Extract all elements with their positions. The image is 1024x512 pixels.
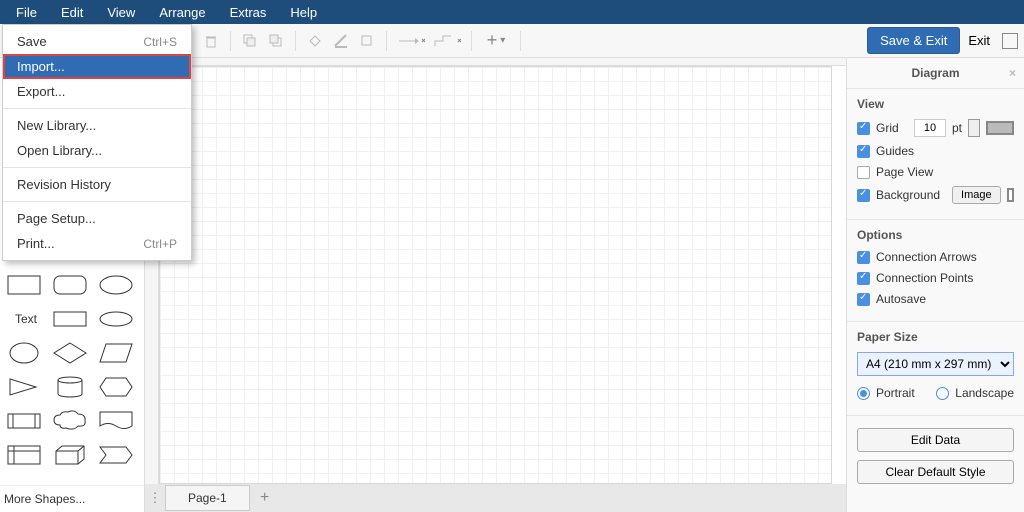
shape-oval[interactable] [4, 338, 44, 368]
separator [295, 31, 296, 51]
format-panel: Diagram × View Grid pt Guides Page View [846, 58, 1024, 512]
shape-rounded-rect[interactable] [50, 270, 90, 300]
menu-separator [3, 167, 191, 168]
label-autosave: Autosave [876, 292, 926, 306]
separator [520, 31, 521, 51]
exit-button[interactable]: Exit [960, 28, 998, 53]
grid-unit: pt [952, 121, 962, 135]
menu-item-export[interactable]: Export... [3, 79, 191, 104]
menu-item-page-setup[interactable]: Page Setup... [3, 206, 191, 231]
file-menu-dropdown: SaveCtrl+S Import... Export... New Libra… [2, 24, 192, 261]
menu-item-print[interactable]: Print...Ctrl+P [3, 231, 191, 256]
label-portrait: Portrait [876, 386, 915, 400]
checkbox-page-view[interactable] [857, 166, 870, 179]
to-front-icon[interactable] [237, 28, 263, 54]
shape-rectangle[interactable] [4, 270, 44, 300]
label-page-view: Page View [876, 165, 933, 179]
label-grid: Grid [876, 121, 899, 135]
grid-stepper[interactable] [968, 119, 980, 137]
shape-cloud[interactable] [50, 406, 90, 436]
shape-parallelogram[interactable] [96, 338, 136, 368]
checkbox-conn-points[interactable] [857, 272, 870, 285]
paper-size-select[interactable]: A4 (210 mm x 297 mm) [857, 352, 1014, 376]
edit-data-button[interactable]: Edit Data [857, 428, 1014, 452]
shape-document[interactable] [96, 406, 136, 436]
shape-hexagon[interactable] [96, 372, 136, 402]
menu-arrange[interactable]: Arrange [147, 1, 217, 24]
menu-extras[interactable]: Extras [218, 1, 279, 24]
menu-separator [3, 108, 191, 109]
line-color-icon[interactable] [328, 28, 354, 54]
checkbox-guides[interactable] [857, 145, 870, 158]
menu-item-save[interactable]: SaveCtrl+S [3, 29, 191, 54]
shape-rhombus[interactable] [50, 338, 90, 368]
shape-ellipse-alt[interactable] [96, 304, 136, 334]
page-menu-icon[interactable]: ⋮ [145, 490, 165, 506]
waypoint-icon[interactable] [429, 28, 465, 54]
separator [386, 31, 387, 51]
menubar: File Edit View Arrange Extras Help [0, 0, 1024, 24]
shape-process[interactable] [4, 406, 44, 436]
grid-size-input[interactable] [914, 119, 946, 137]
label-guides: Guides [876, 144, 914, 158]
menu-separator [3, 201, 191, 202]
menu-view[interactable]: View [95, 1, 147, 24]
label-conn-points: Connection Points [876, 271, 973, 285]
shape-cylinder[interactable] [50, 372, 90, 402]
shape-internal-storage[interactable] [4, 440, 44, 470]
checkbox-background[interactable] [857, 189, 870, 202]
canvas-grid[interactable] [159, 66, 832, 484]
menu-item-import[interactable]: Import... [3, 54, 191, 79]
shape-text-label[interactable]: Text [4, 304, 44, 334]
separator [230, 31, 231, 51]
checkbox-grid[interactable] [857, 122, 870, 135]
menu-item-revision-history[interactable]: Revision History [3, 172, 191, 197]
panel-tab-label: Diagram [911, 66, 959, 80]
shape-rectangle-alt[interactable] [50, 304, 90, 334]
fill-color-icon[interactable] [302, 28, 328, 54]
menu-help[interactable]: Help [278, 1, 329, 24]
label-landscape: Landscape [955, 386, 1014, 400]
shadow-icon[interactable] [354, 28, 380, 54]
checkbox-conn-arrows[interactable] [857, 251, 870, 264]
more-shapes-button[interactable]: More Shapes... [0, 485, 144, 512]
page-tab-1[interactable]: Page-1 [165, 485, 250, 511]
menu-file[interactable]: File [4, 1, 49, 24]
menu-item-new-library[interactable]: New Library... [3, 113, 191, 138]
clear-style-button[interactable]: Clear Default Style [857, 460, 1014, 484]
menu-edit[interactable]: Edit [49, 1, 95, 24]
canvas[interactable]: ⋮ Page-1 + [145, 58, 846, 512]
label-background: Background [876, 188, 940, 202]
to-back-icon[interactable] [263, 28, 289, 54]
menu-item-open-library[interactable]: Open Library... [3, 138, 191, 163]
shape-cube[interactable] [50, 440, 90, 470]
panel-tab-diagram[interactable]: Diagram × [847, 58, 1024, 89]
connection-icon[interactable] [393, 28, 429, 54]
add-page-button[interactable]: + [250, 489, 280, 507]
section-paper-size: Paper Size [857, 330, 1014, 344]
delete-icon[interactable] [198, 28, 224, 54]
save-exit-button[interactable]: Save & Exit [867, 27, 960, 54]
fullscreen-icon[interactable] [1002, 33, 1018, 49]
ruler-horizontal [159, 58, 846, 66]
background-color-swatch[interactable] [1007, 188, 1014, 202]
section-view: View [857, 97, 1014, 111]
shape-step[interactable] [96, 440, 136, 470]
grid-color-swatch[interactable] [986, 121, 1014, 135]
shape-triangle[interactable] [4, 372, 44, 402]
checkbox-autosave[interactable] [857, 293, 870, 306]
close-icon[interactable]: × [1009, 66, 1016, 80]
separator [471, 31, 472, 51]
image-button[interactable]: Image [952, 186, 1001, 204]
shape-ellipse[interactable] [96, 270, 136, 300]
label-conn-arrows: Connection Arrows [876, 250, 977, 264]
radio-portrait[interactable] [857, 387, 870, 400]
section-options: Options [857, 228, 1014, 242]
add-icon[interactable]: +▾ [478, 28, 514, 54]
page-tabs: ⋮ Page-1 + [145, 484, 846, 512]
radio-landscape[interactable] [936, 387, 949, 400]
